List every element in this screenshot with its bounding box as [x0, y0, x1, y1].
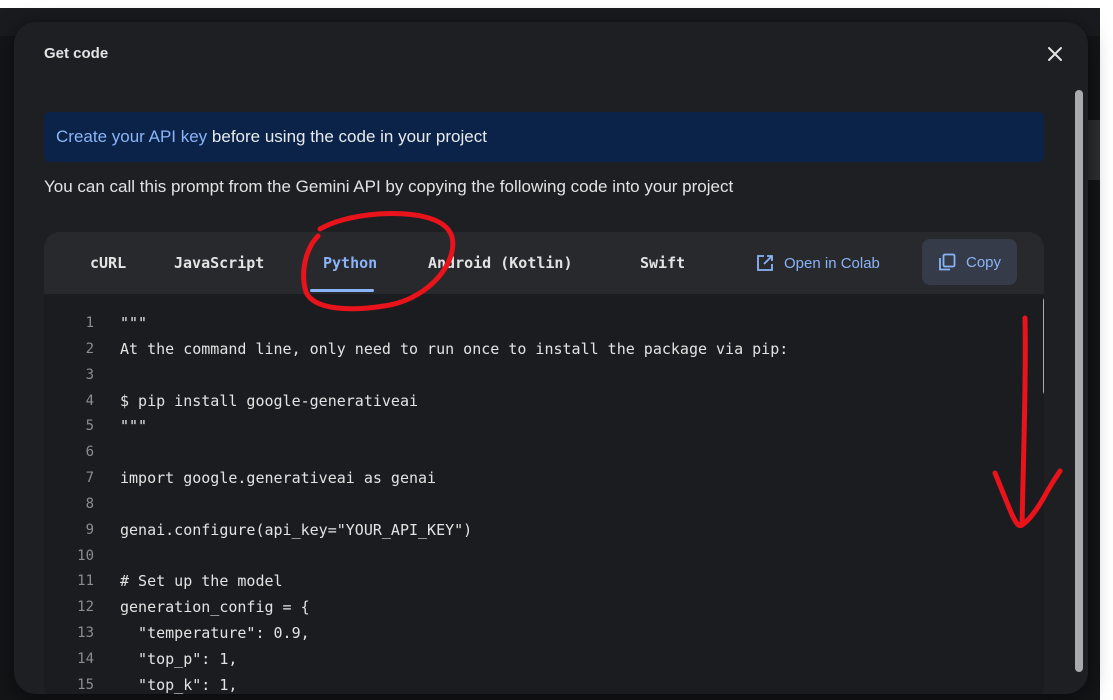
- code-line: 6: [44, 440, 1034, 466]
- dialog-description: You can call this prompt from the Gemini…: [44, 177, 734, 196]
- dialog-title: Get code: [44, 45, 109, 62]
- code-line: 7 import google.generativeai as genai: [44, 466, 1034, 492]
- get-code-dialog: Get code Create your API key before usin…: [14, 22, 1088, 694]
- code-line: 12 generation_config = {: [44, 595, 1034, 621]
- line-number: 9: [85, 521, 94, 538]
- code-card: cURL JavaScript Python Android (Kotlin) …: [44, 232, 1044, 694]
- code-text: At the command line, only need to run on…: [120, 339, 789, 358]
- tab-javascript[interactable]: JavaScript: [174, 254, 264, 272]
- code-text: "top_k": 1,: [120, 675, 238, 694]
- tab-swift[interactable]: Swift: [640, 254, 685, 272]
- code-scrollbar-thumb[interactable]: [1043, 296, 1044, 396]
- code-line: 5 """: [44, 414, 1034, 440]
- code-text: genai.configure(api_key="YOUR_API_KEY"): [120, 520, 473, 539]
- code-text: """: [120, 417, 148, 436]
- code-line: 1 """: [44, 311, 1034, 337]
- open-in-colab-button[interactable]: Open in Colab: [756, 246, 880, 280]
- open-in-colab-label: Open in Colab: [784, 254, 880, 272]
- copy-label: Copy: [965, 253, 1002, 271]
- code-line: 15 "top_k": 1,: [44, 673, 1034, 694]
- language-tabs: cURL JavaScript Python Android (Kotlin) …: [44, 232, 1044, 294]
- dialog-scrollbar[interactable]: [1073, 88, 1085, 694]
- code-scrollbar[interactable]: [1040, 294, 1044, 694]
- code-line: 9 genai.configure(api_key="YOUR_API_KEY"): [44, 518, 1034, 544]
- line-number: 13: [77, 625, 94, 642]
- active-tab-indicator: [310, 289, 374, 292]
- code-lines: 1 """ 2 At the command line, only need to r…: [44, 311, 1034, 694]
- code-line: 14 "top_p": 1,: [44, 647, 1034, 673]
- code-line: 3: [44, 363, 1034, 389]
- dialog-header: Get code: [14, 22, 1088, 88]
- line-number: 4: [85, 392, 94, 409]
- code-line: 2 At the command line, only need to run o…: [44, 337, 1034, 363]
- code-text: # Set up the model: [120, 572, 283, 591]
- copy-button[interactable]: Copy: [922, 239, 1017, 285]
- line-number: 10: [77, 547, 94, 564]
- dialog-scrollbar-thumb[interactable]: [1075, 90, 1083, 672]
- line-number: 8: [85, 495, 94, 512]
- code-text: import google.generativeai as genai: [120, 469, 437, 488]
- line-number: 2: [85, 340, 94, 357]
- code-text: """: [120, 314, 148, 332]
- api-key-banner: Create your API key before using the cod…: [44, 112, 1044, 162]
- code-editor[interactable]: 1 """ 2 At the command line, only need to r…: [44, 294, 1044, 694]
- line-number: 7: [85, 470, 94, 487]
- tab-python[interactable]: Python: [323, 254, 377, 272]
- code-text: "top_p": 1,: [120, 649, 238, 668]
- background-right-panel: [1088, 120, 1100, 180]
- copy-icon: [939, 253, 956, 271]
- create-api-key-link[interactable]: Create your API key: [56, 127, 207, 147]
- close-button[interactable]: [1042, 41, 1068, 67]
- code-line: 8: [44, 492, 1034, 518]
- line-number: 12: [77, 599, 94, 616]
- open-external-icon: [757, 255, 773, 271]
- line-number: 14: [77, 650, 94, 667]
- code-line: 4 $ pip install google-generativeai: [44, 389, 1034, 415]
- code-text: generation_config = {: [120, 598, 310, 617]
- line-number: 11: [77, 573, 94, 590]
- screen: Get code Create your API key before usin…: [0, 0, 1113, 700]
- line-number: 3: [85, 366, 94, 383]
- tab-android-kotlin[interactable]: Android (Kotlin): [428, 254, 573, 272]
- code-text: "temperature": 0.9,: [120, 624, 310, 643]
- code-line: 13 "temperature": 0.9,: [44, 621, 1034, 647]
- line-number: 6: [85, 444, 94, 461]
- banner-text: before using the code in your project: [207, 127, 487, 146]
- line-number: 15: [77, 676, 94, 693]
- code-line: 10: [44, 544, 1034, 570]
- code-text: $ pip install google-generativeai: [120, 391, 419, 410]
- code-line: 11 # Set up the model: [44, 569, 1034, 595]
- line-number: 1: [85, 315, 94, 331]
- tab-curl[interactable]: cURL: [90, 254, 126, 272]
- line-number: 5: [85, 418, 94, 435]
- close-icon: [1048, 47, 1062, 61]
